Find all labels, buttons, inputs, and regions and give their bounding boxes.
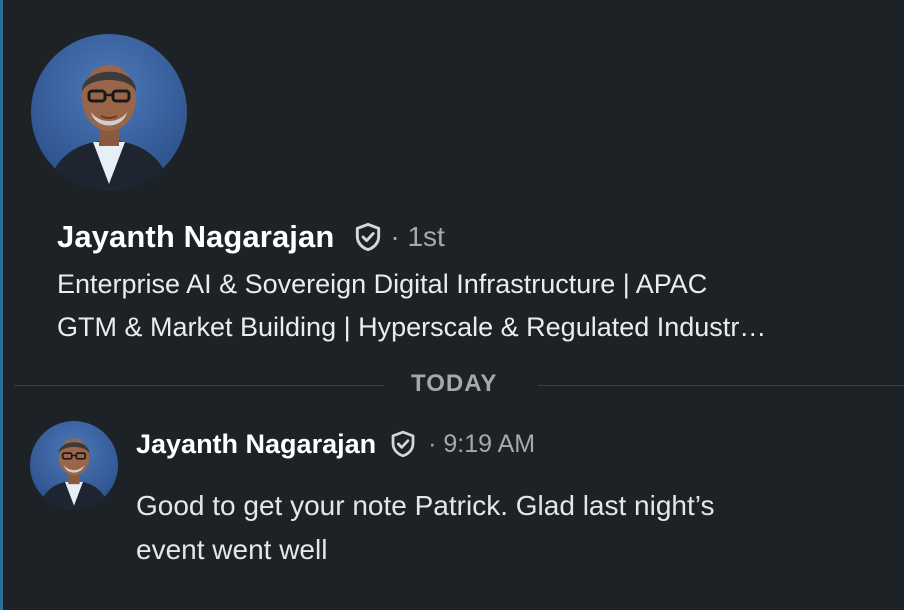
message-sender-name[interactable]: Jayanth Nagarajan bbox=[136, 429, 376, 460]
divider-line bbox=[538, 385, 904, 386]
profile-headline-line-2: GTM & Market Building | Hyperscale & Reg… bbox=[57, 312, 767, 342]
selection-accent-bar bbox=[0, 0, 3, 610]
profile-name[interactable]: Jayanth Nagarajan bbox=[57, 219, 334, 255]
message-sender-avatar[interactable] bbox=[30, 421, 118, 509]
profile-photo-icon bbox=[30, 421, 118, 509]
conversation-pane: Jayanth Nagarajan · 1st Enterprise AI & … bbox=[0, 0, 904, 610]
date-divider-label: TODAY bbox=[411, 370, 498, 397]
verified-shield-icon bbox=[356, 222, 381, 252]
connection-degree: · 1st bbox=[390, 221, 445, 252]
profile-avatar[interactable] bbox=[31, 34, 187, 190]
date-divider: TODAY bbox=[14, 370, 904, 397]
message-text: Good to get your note Patrick. Glad last… bbox=[136, 490, 715, 565]
message-header: Jayanth Nagarajan · 9:19 AM bbox=[136, 424, 535, 464]
profile-photo-icon bbox=[31, 34, 187, 190]
divider-line bbox=[14, 385, 384, 386]
profile-header: Jayanth Nagarajan · 1st Enterprise AI & … bbox=[57, 214, 897, 349]
profile-headline: Enterprise AI & Sovereign Digital Infras… bbox=[57, 263, 887, 349]
profile-headline-line-1: Enterprise AI & Sovereign Digital Infras… bbox=[57, 269, 708, 299]
profile-name-row: Jayanth Nagarajan · 1st bbox=[57, 214, 897, 260]
message-timestamp: · 9:19 AM bbox=[428, 429, 536, 458]
verified-shield-icon bbox=[391, 430, 415, 458]
